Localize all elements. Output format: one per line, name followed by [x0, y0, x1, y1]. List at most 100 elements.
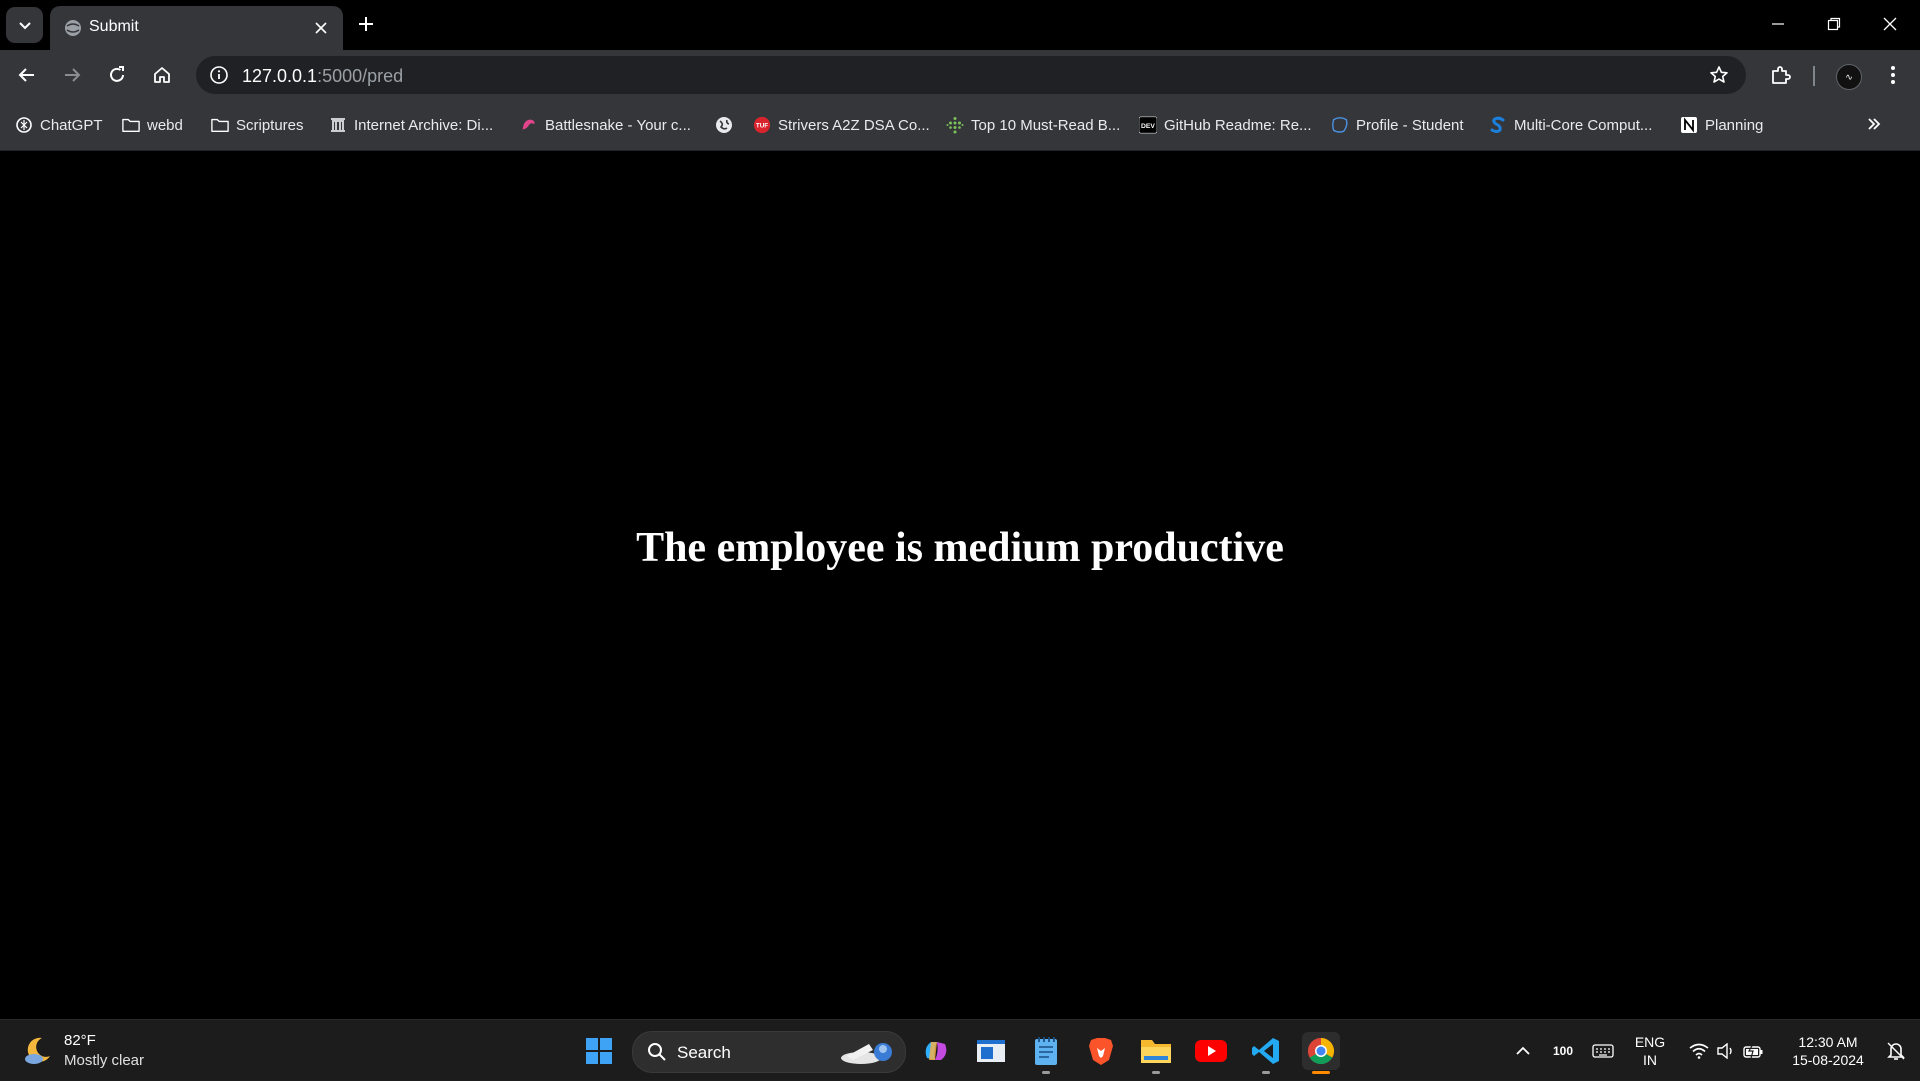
chrome-app[interactable]: [1302, 1032, 1340, 1074]
region-code: IN: [1643, 1051, 1657, 1068]
bookmark-github-readme[interactable]: DEV GitHub Readme: Re...: [1139, 114, 1312, 136]
brave-app[interactable]: [1082, 1032, 1120, 1070]
profile-avatar[interactable]: ∿: [1836, 64, 1862, 90]
bookmark-label: GitHub Readme: Re...: [1164, 116, 1312, 134]
notion-icon: [1680, 116, 1698, 134]
reload-button[interactable]: [100, 58, 134, 92]
language-indicator[interactable]: ENG IN: [1628, 1020, 1672, 1081]
plus-icon: [359, 17, 373, 31]
bookmark-planning[interactable]: Planning: [1680, 114, 1763, 136]
battery-percent[interactable]: 100: [1544, 1020, 1582, 1081]
bookmarks-bar: ChatGPT webd Scriptures Internet Archive…: [0, 100, 1920, 151]
search-highlight-icon: [841, 1043, 892, 1064]
notifications-button[interactable]: [1880, 1020, 1912, 1081]
restore-button[interactable]: [1806, 0, 1862, 48]
bookmark-battlesnake[interactable]: Battlesnake - Your c...: [520, 114, 691, 136]
bookmark-label: Battlesnake - Your c...: [545, 116, 691, 134]
windows-logo-icon: [586, 1038, 612, 1064]
bookmark-scriptures[interactable]: Scriptures: [211, 114, 304, 136]
bookmark-chatgpt[interactable]: ChatGPT: [15, 114, 103, 136]
svg-text:TUF: TUF: [756, 123, 768, 130]
tab-strip: Submit: [0, 0, 1920, 50]
back-button[interactable]: [10, 58, 44, 92]
brave-lion-icon: [1089, 1038, 1113, 1065]
browser-menu-button[interactable]: [1876, 58, 1910, 92]
tab-close-icon[interactable]: [309, 16, 333, 40]
bookmark-label: Top 10 Must-Read B...: [971, 116, 1121, 134]
bookmarks-overflow-button[interactable]: [1862, 112, 1886, 136]
youtube-icon: [1195, 1040, 1227, 1062]
site-info-icon[interactable]: [206, 62, 232, 88]
new-tab-button[interactable]: [352, 10, 380, 38]
language-code: ENG: [1634, 1033, 1666, 1050]
show-hidden-icons-button[interactable]: [1508, 1020, 1538, 1081]
bookmark-internet-archive[interactable]: Internet Archive: Di...: [329, 114, 493, 136]
vscode-app[interactable]: [1247, 1032, 1285, 1074]
clock-date: 15-08-2024: [1792, 1051, 1864, 1068]
file-explorer-app[interactable]: [1137, 1032, 1175, 1074]
tab-search-button[interactable]: [6, 7, 43, 43]
bookmark-multicore[interactable]: Multi-Core Comput...: [1489, 114, 1652, 136]
extensions-button[interactable]: [1764, 58, 1798, 92]
s-icon: [1489, 116, 1507, 134]
home-button[interactable]: [145, 58, 179, 92]
browser-toolbar: 127.0.0.1:5000/pred ∿: [0, 50, 1920, 100]
profile-icon: [1331, 116, 1349, 134]
search-label: Search: [677, 1043, 731, 1062]
bookmark-label: Scriptures: [236, 116, 304, 134]
reload-icon: [110, 66, 124, 82]
bookmark-label: Strivers A2Z DSA Co...: [778, 116, 930, 134]
bookmark-star-icon[interactable]: [1706, 62, 1732, 88]
page-content: The employee is medium productive: [0, 151, 1920, 1019]
bookmark-top10[interactable]: Top 10 Must-Read B...: [946, 114, 1120, 136]
bookmark-globe[interactable]: [715, 114, 740, 136]
bookmark-label: Planning: [1705, 116, 1764, 134]
toolbar-divider: [1813, 66, 1815, 86]
close-window-button[interactable]: [1862, 0, 1918, 48]
chevron-down-icon: [18, 22, 31, 30]
minimize-icon: [1772, 23, 1784, 25]
quick-settings-button[interactable]: [1684, 1020, 1768, 1081]
vscode-icon: [1252, 1038, 1279, 1064]
keyboard-tray-button[interactable]: [1588, 1020, 1618, 1081]
notepad-app[interactable]: [1027, 1032, 1065, 1074]
forward-button[interactable]: [55, 58, 89, 92]
double-chevron-right-icon: [1868, 118, 1881, 130]
copilot-app[interactable]: [917, 1032, 955, 1070]
bookmark-label: webd: [147, 116, 183, 134]
forward-arrow-icon: [65, 68, 81, 82]
bookmark-label: ChatGPT: [40, 116, 103, 134]
globe-icon: [715, 116, 733, 134]
bookmark-webd[interactable]: webd: [122, 114, 183, 136]
task-view-app[interactable]: [972, 1032, 1010, 1070]
youtube-app[interactable]: [1192, 1032, 1230, 1070]
start-button[interactable]: [580, 1032, 618, 1070]
home-icon: [154, 67, 170, 83]
notepad-icon: [1035, 1037, 1057, 1065]
bookmark-strivers[interactable]: TUF Strivers A2Z DSA Co...: [753, 114, 930, 136]
weather-temperature: 82°F: [64, 1032, 96, 1049]
clock-time: 12:30 AM: [1798, 1033, 1858, 1050]
bookmark-label: Profile - Student: [1356, 116, 1464, 134]
running-indicator: [1042, 1071, 1050, 1074]
dev-icon: DEV: [1139, 116, 1157, 134]
taskbar-search[interactable]: Search: [632, 1031, 906, 1073]
restore-icon: [1827, 17, 1841, 31]
dots-icon: [946, 116, 964, 134]
address-bar[interactable]: 127.0.0.1:5000/pred: [196, 56, 1746, 94]
svg-text:DEV: DEV: [1141, 123, 1155, 130]
back-arrow-icon: [18, 68, 34, 82]
bookmark-profile-student[interactable]: Profile - Student: [1331, 114, 1464, 136]
archive-icon: [329, 116, 347, 134]
active-indicator: [1312, 1071, 1330, 1074]
profile-initials: ∿: [1845, 71, 1853, 82]
keyboard-icon: [1592, 1043, 1614, 1058]
battery-level-text: 100: [1552, 1043, 1574, 1058]
puzzle-icon: [1772, 66, 1791, 84]
clock[interactable]: 12:30 AM 15-08-2024: [1778, 1020, 1878, 1081]
globe-icon: [65, 20, 81, 36]
folder-icon: [122, 116, 140, 134]
address-url[interactable]: 127.0.0.1:5000/pred: [242, 66, 403, 87]
tab-submit[interactable]: Submit: [50, 6, 343, 50]
minimize-button[interactable]: [1750, 0, 1806, 48]
